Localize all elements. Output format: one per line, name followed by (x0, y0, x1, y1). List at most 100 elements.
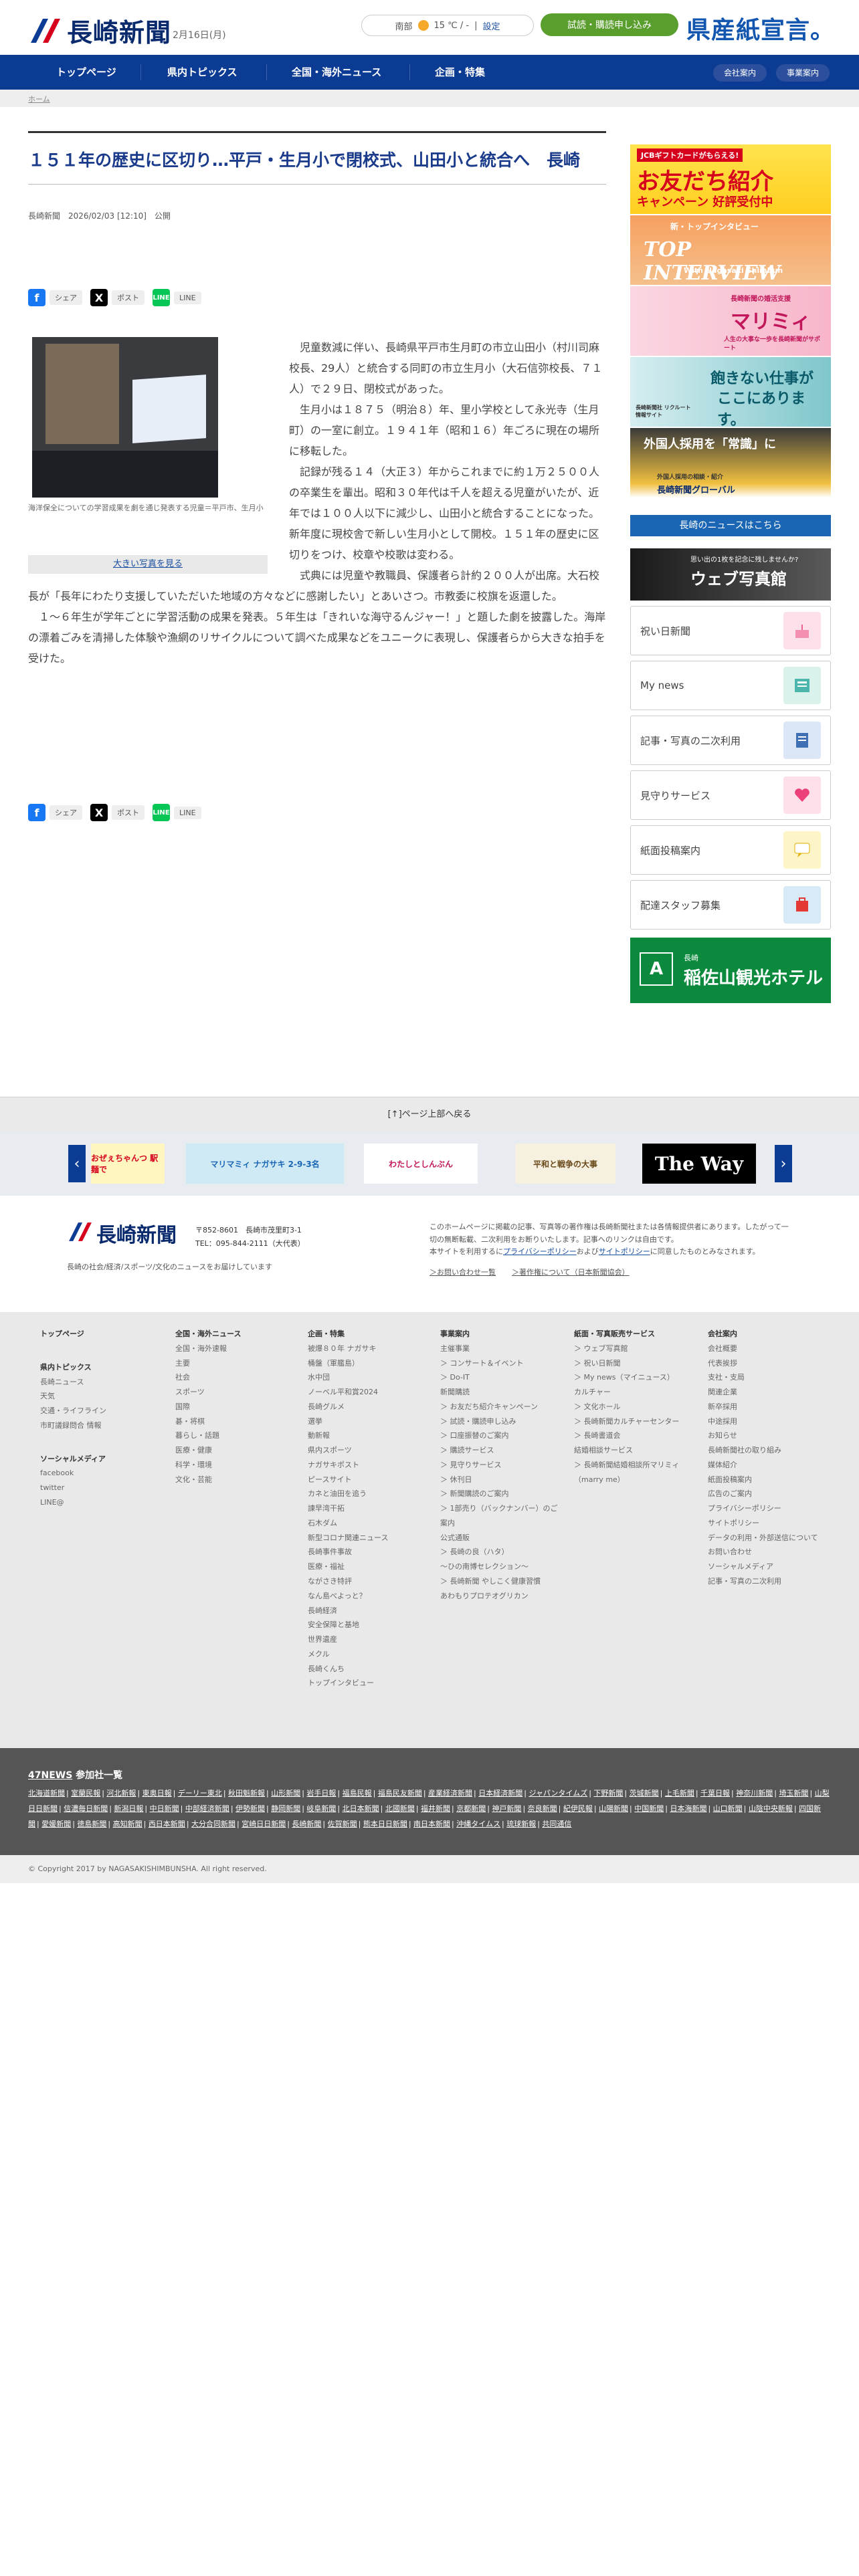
sitemap-link[interactable]: なん島べよっと？ (308, 1589, 388, 1604)
sitemap-link[interactable]: 文化・芸能 (175, 1473, 241, 1487)
sitemap-link[interactable]: ＞ 文化ホール (574, 1400, 688, 1414)
kensan-banner[interactable]: 県産紙宣言。 (686, 11, 835, 45)
sitemap-link[interactable]: カルチャー (574, 1385, 688, 1400)
carousel-prev-button[interactable]: ‹ (68, 1145, 86, 1182)
sitemap-heading[interactable]: ソーシャルメディア (40, 1452, 106, 1467)
nav-business-button[interactable]: 事業案内 (776, 64, 830, 82)
sitemap-link[interactable]: メクル (308, 1647, 388, 1662)
article-photo[interactable] (32, 337, 218, 498)
news47-paper-link[interactable]: 紀伊民報 (563, 1804, 593, 1813)
sitemap-link[interactable]: 交通・ライフライン (40, 1404, 106, 1418)
footer-logo[interactable]: 長崎新聞 (67, 1218, 177, 1248)
breadcrumb-home[interactable]: ホーム (28, 94, 50, 104)
news47-paper-link[interactable]: 日本海新聞 (670, 1804, 706, 1813)
sitemap-link[interactable]: 世界遺産 (308, 1632, 388, 1647)
sitemap-link[interactable]: ＞ 1部売り（バックナンバー）のご案内 (440, 1501, 561, 1531)
sitemap-link[interactable]: ＞ 長崎新聞カルチャーセンター (574, 1414, 688, 1429)
sitemap-heading[interactable]: 県内トピックス (40, 1360, 106, 1375)
sitemap-link[interactable]: 水中団 (308, 1370, 388, 1385)
news47-paper-link[interactable]: 京都新聞 (456, 1804, 486, 1813)
sitemap-link[interactable]: 〜ひの南博セレクション〜 (440, 1560, 561, 1574)
facebook-share-button[interactable]: f シェア (28, 804, 82, 821)
news47-paper-link[interactable]: 岐阜新聞 (306, 1804, 336, 1813)
sitemap-link[interactable]: ＞ 休刊日 (440, 1473, 561, 1487)
news47-paper-link[interactable]: 上毛新聞 (665, 1789, 694, 1798)
nav-top[interactable]: トップページ (56, 55, 116, 90)
sitemap-link[interactable]: ＞ お友だち紹介キャンペーン (440, 1400, 561, 1414)
sitemap-heading[interactable]: トップページ (40, 1327, 106, 1341)
banner-item[interactable]: The Way (642, 1144, 756, 1184)
sitemap-link[interactable]: 結婚相談サービス (574, 1443, 688, 1458)
sitemap-link[interactable]: 長崎経済 (308, 1604, 388, 1618)
carousel-next-button[interactable]: › (775, 1145, 792, 1182)
sitemap-link[interactable]: ＞ 長崎新聞結婚相談所マリミィ（marry me） (574, 1458, 688, 1487)
sitemap-link[interactable]: 公式通販 (440, 1531, 561, 1545)
sitemap-link[interactable]: 新型コロナ関連ニュース (308, 1531, 388, 1545)
nav-company-button[interactable]: 会社案内 (713, 64, 767, 82)
sitemap-link[interactable]: LINE@ (40, 1495, 106, 1510)
news47-paper-link[interactable]: 北海道新聞 (28, 1789, 65, 1798)
news47-paper-link[interactable]: 高知新聞 (113, 1820, 142, 1828)
nagasaki-news-button[interactable]: 長崎のニュースはこちら (630, 515, 831, 536)
news47-paper-link[interactable]: 山形新聞 (271, 1789, 300, 1798)
sitemap-link[interactable]: ＞ 口座振替のご案内 (440, 1428, 561, 1443)
news47-paper-link[interactable]: 共同通信 (542, 1820, 571, 1828)
facebook-share-button[interactable]: f シェア (28, 289, 82, 306)
sitemap-link[interactable]: ＞ 長崎の良（ハタ） (440, 1545, 561, 1560)
sitemap-link[interactable]: ＞ 見守りサービス (440, 1458, 561, 1473)
news47-paper-link[interactable]: 西日本新聞 (149, 1820, 185, 1828)
sitemap-link[interactable]: 石木ダム (308, 1516, 388, 1531)
sitemap-heading[interactable]: 紙面・写真販売サービス (574, 1327, 688, 1341)
sitemap-link[interactable]: 主催事業 (440, 1341, 561, 1356)
sitemap-link[interactable]: 会社概要 (708, 1341, 822, 1356)
news47-paper-link[interactable]: 神奈川新聞 (736, 1789, 773, 1798)
menu-mimamori[interactable]: 見守りサービス (630, 770, 831, 820)
sitemap-link[interactable]: 新卒採用 (708, 1400, 822, 1414)
news47-paper-link[interactable]: 河北新報 (106, 1789, 136, 1798)
sitemap-link[interactable]: ながさき特評 (308, 1574, 388, 1589)
sitemap-link[interactable]: トップインタビュー (308, 1676, 388, 1691)
sitemap-link[interactable]: 選挙 (308, 1414, 388, 1429)
sitemap-link[interactable]: 新聞購読 (440, 1385, 561, 1400)
menu-delivery-staff[interactable]: 配達スタッフ募集 (630, 880, 831, 930)
sitemap-link[interactable]: 県内スポーツ (308, 1443, 388, 1458)
sitemap-link[interactable]: お知らせ (708, 1428, 822, 1443)
news47-paper-link[interactable]: 下野新聞 (593, 1789, 623, 1798)
sitemap-link[interactable]: スポーツ (175, 1385, 241, 1400)
sitemap-link[interactable]: 天気 (40, 1389, 106, 1404)
news47-paper-link[interactable]: 新潟日報 (114, 1804, 143, 1813)
sitemap-link[interactable]: ＞ コンサート＆イベント (440, 1356, 561, 1371)
sitemap-link[interactable]: ナガサキポスト (308, 1458, 388, 1473)
line-share-button[interactable]: LINE LINE (153, 289, 201, 306)
site-policy-link[interactable]: サイトポリシー (599, 1247, 650, 1256)
news47-paper-link[interactable]: 室蘭民報 (71, 1789, 100, 1798)
ad-inasayama-hotel[interactable]: A 長崎 稲佐山観光ホテル (630, 938, 831, 1003)
sitemap-link[interactable]: 媒体紹介 (708, 1458, 822, 1473)
menu-secondary-use[interactable]: 記事・写真の二次利用 (630, 716, 831, 765)
news47-link[interactable]: 47NEWS (28, 1770, 72, 1781)
sitemap-link[interactable]: 被爆８０年 ナガサキ (308, 1341, 388, 1356)
news47-paper-link[interactable]: 静岡新聞 (271, 1804, 300, 1813)
news47-paper-link[interactable]: 北日本新聞 (343, 1804, 379, 1813)
sitemap-link[interactable]: ＞ My news（マイニュース） (574, 1370, 688, 1385)
news47-paper-link[interactable]: 茨城新聞 (630, 1789, 659, 1798)
news47-paper-link[interactable]: 山陰中央新報 (749, 1804, 793, 1813)
news47-paper-link[interactable]: 千葉日報 (700, 1789, 730, 1798)
menu-contribution[interactable]: 紙面投稿案内 (630, 825, 831, 875)
sitemap-link[interactable]: 桶盤（軍艦島） (308, 1356, 388, 1371)
sitemap-link[interactable]: 暮らし・話題 (175, 1428, 241, 1443)
sitemap-heading[interactable]: 事業案内 (440, 1327, 561, 1341)
ad-web-photo[interactable]: 思い出の1枚を記念に残しませんか? ウェブ写真館 (630, 548, 831, 601)
sitemap-link[interactable]: ノーベル平和賞2024 (308, 1385, 388, 1400)
trial-subscribe-button[interactable]: 試読・購読申し込み (541, 13, 678, 36)
sitemap-link[interactable]: 医療・福祉 (308, 1560, 388, 1574)
news47-paper-link[interactable]: 信濃毎日新聞 (64, 1804, 108, 1813)
news47-paper-link[interactable]: 岩手日報 (306, 1789, 336, 1798)
x-post-button[interactable]: X ポスト (90, 804, 145, 821)
sitemap-link[interactable]: 医療・健康 (175, 1443, 241, 1458)
sitemap-link[interactable]: twitter (40, 1481, 106, 1495)
sitemap-heading[interactable]: 全国・海外ニュース (175, 1327, 241, 1341)
sitemap-link[interactable]: 国際 (175, 1400, 241, 1414)
sitemap-link[interactable]: 科学・環境 (175, 1458, 241, 1473)
sitemap-heading[interactable]: 会社案内 (708, 1327, 822, 1341)
